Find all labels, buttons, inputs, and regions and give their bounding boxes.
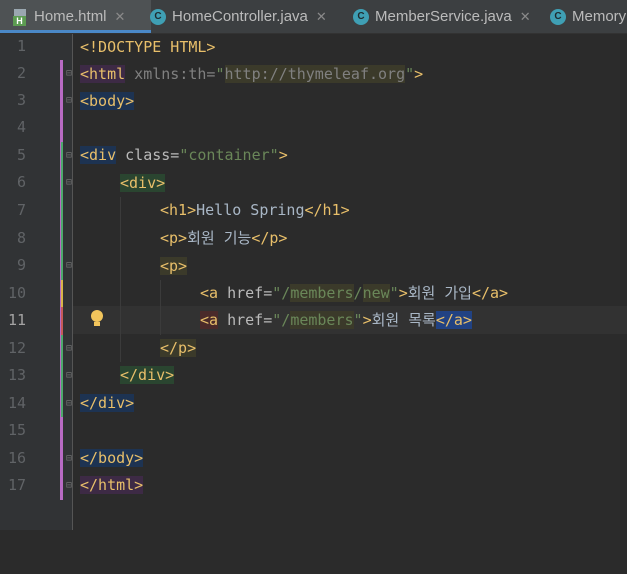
code-line-2: <html xmlns:th="http://thymeleaf.org">: [80, 65, 424, 83]
line-number: 9: [16, 256, 26, 274]
line-number: 13: [7, 366, 26, 384]
rainbow-bracket-bar: [61, 307, 63, 335]
tab-memory[interactable]: C Memory: [550, 0, 626, 33]
code-line-9: <p>: [160, 257, 188, 275]
code-line-5: <div class="container">: [80, 146, 288, 164]
line-number: 2: [16, 64, 26, 82]
line-number: 16: [7, 449, 26, 467]
html-file-icon: H: [12, 8, 28, 26]
java-class-icon: C: [150, 8, 166, 25]
code-line-6: <div>: [120, 174, 166, 192]
fold-open-icon[interactable]: ⊟: [66, 177, 76, 189]
code-line-7: <h1>Hello Spring</h1>: [160, 201, 350, 219]
fold-open-icon[interactable]: ⊟: [66, 260, 76, 272]
indent-guide: [120, 197, 121, 362]
close-icon[interactable]: ✕: [115, 9, 126, 25]
line-number: 1: [16, 37, 26, 55]
line-number: 7: [16, 201, 26, 219]
code-line-16: </body>: [80, 449, 144, 467]
tab-home-html[interactable]: H Home.html ✕: [0, 0, 151, 33]
line-number: 4: [16, 118, 26, 136]
code-line-17: </html>: [80, 476, 144, 494]
fold-close-icon[interactable]: ⊟: [66, 343, 76, 355]
line-number: 15: [7, 421, 26, 439]
line-number: 10: [7, 284, 26, 302]
line-number: 14: [7, 394, 26, 412]
code-line-11: <a href="/members">회원 목록</a>: [200, 311, 472, 329]
fold-open-icon[interactable]: ⊟: [66, 68, 76, 80]
tab-memberservice[interactable]: C MemberService.java ✕: [353, 0, 531, 33]
line-number: 6: [16, 173, 26, 191]
code-line-10: <a href="/members/new">회원 가입</a>: [200, 284, 509, 302]
code-line-1: <!DOCTYPE HTML>: [80, 38, 216, 56]
editor-tab-bar: H Home.html ✕ C HomeController.java ✕ C …: [0, 0, 627, 34]
java-class-icon: C: [353, 8, 369, 25]
line-number: 8: [16, 229, 26, 247]
fold-open-icon[interactable]: ⊟: [66, 95, 76, 107]
code-editor[interactable]: <!DOCTYPE HTML> <html xmlns:th="http://t…: [80, 34, 508, 574]
indent-guide: [160, 280, 161, 335]
line-number: 17: [7, 476, 26, 494]
code-line-12: </p>: [160, 339, 197, 357]
tab-label: Home.html: [34, 8, 107, 25]
tab-label: MemberService.java: [375, 8, 512, 25]
code-line-13: </div>: [120, 366, 175, 384]
line-number: 3: [16, 91, 26, 109]
fold-open-icon[interactable]: ⊟: [66, 150, 76, 162]
tab-label: HomeController.java: [172, 8, 308, 25]
fold-close-icon[interactable]: ⊟: [66, 453, 76, 465]
close-icon[interactable]: ✕: [520, 9, 531, 25]
line-number: 5: [16, 146, 26, 164]
fold-close-icon[interactable]: ⊟: [66, 480, 76, 492]
line-number: 12: [7, 339, 26, 357]
line-number-current: 11: [7, 311, 26, 329]
code-line-14: </div>: [80, 394, 135, 412]
close-icon[interactable]: ✕: [316, 9, 327, 25]
tab-homecontroller[interactable]: C HomeController.java ✕: [150, 0, 327, 33]
code-line-3: <body>: [80, 92, 135, 110]
java-class-icon: C: [550, 8, 566, 25]
fold-close-icon[interactable]: ⊟: [66, 398, 76, 410]
tab-label: Memory: [572, 8, 627, 25]
fold-close-icon[interactable]: ⊟: [66, 370, 76, 382]
code-line-8: <p>회원 기능</p>: [160, 229, 288, 247]
